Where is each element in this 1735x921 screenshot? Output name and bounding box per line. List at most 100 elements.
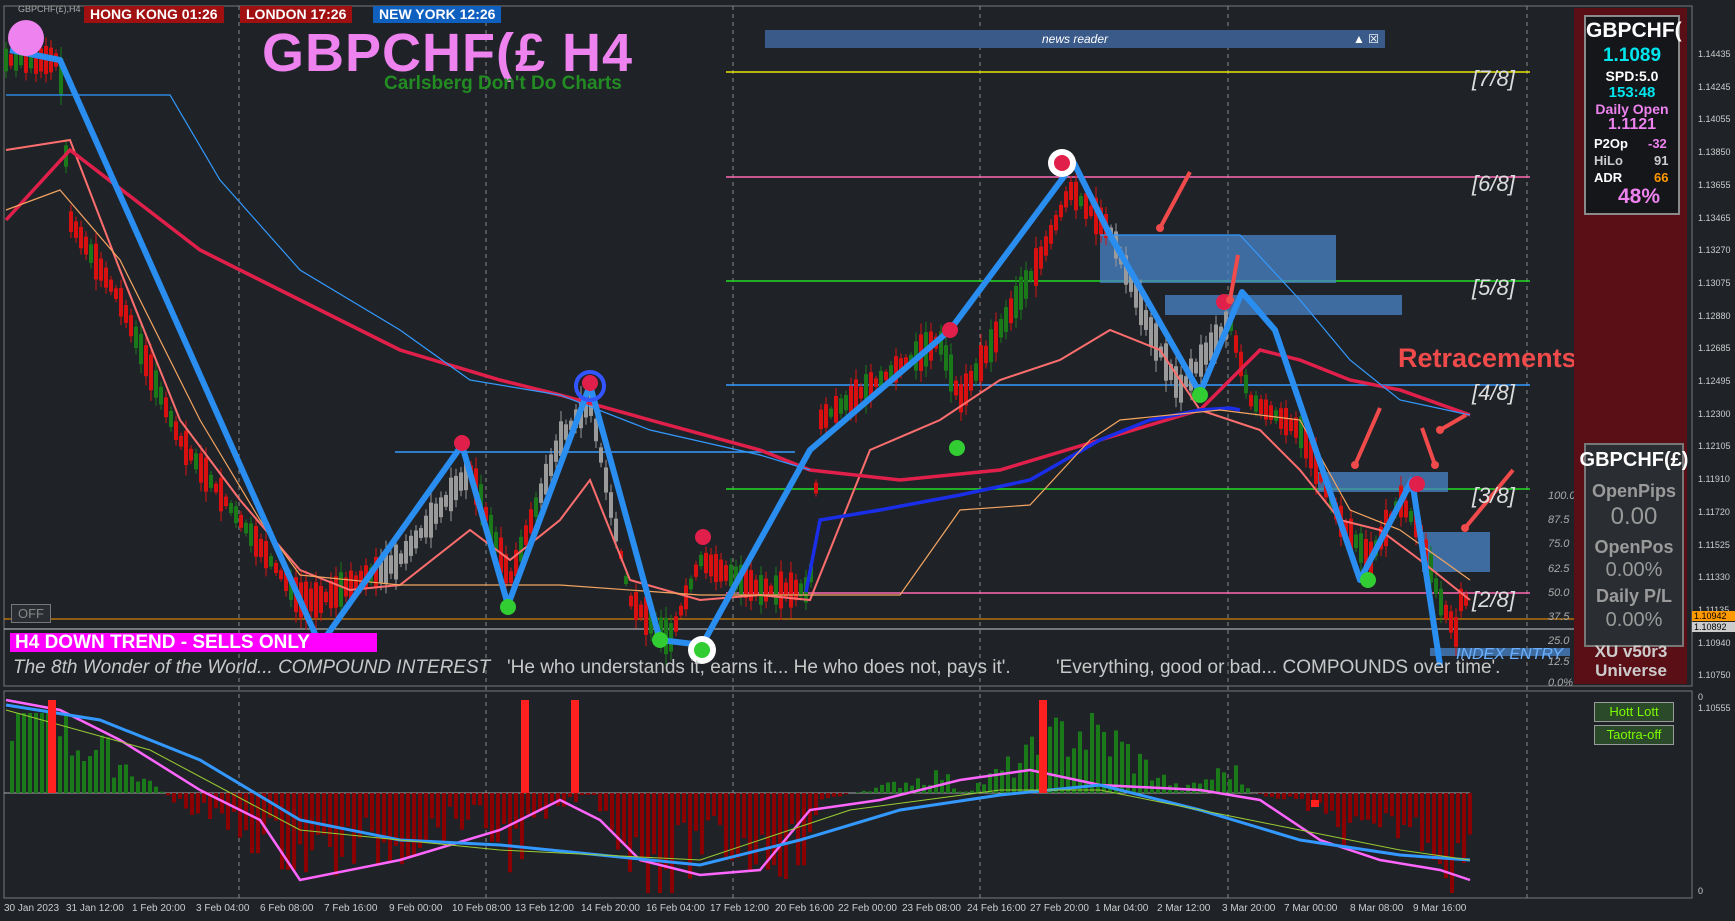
candle-body: [949, 354, 953, 392]
pl-panel: GBPCHF(£) OpenPips 0.00 OpenPos 0.00% Da…: [1580, 443, 1688, 647]
histogram-bar: [1462, 793, 1466, 863]
candle-body: [764, 578, 768, 602]
info-panel: GBPCHF( 1.1089 SPD:5.0 153:48 Daily Open…: [1584, 15, 1682, 215]
candle-body: [974, 363, 978, 381]
candle-body: [554, 440, 558, 462]
quote-compound: The 8th Wonder of the World... COMPOUND …: [13, 657, 491, 678]
symbol-tab[interactable]: GBPCHF(£),H4: [18, 4, 81, 14]
time-axis-label: 22 Feb 00:00: [838, 903, 897, 914]
candle-body: [1069, 181, 1073, 201]
histogram-bar: [1060, 721, 1064, 793]
pl-symbol: GBPCHF(£): [1579, 449, 1689, 471]
candle-body: [1244, 374, 1248, 394]
red-arrow-head: [1436, 426, 1444, 434]
candle-body: [269, 556, 273, 567]
histogram-bar: [130, 776, 134, 793]
info-symbol: GBPCHF(: [1586, 19, 1682, 42]
time-axis-label: 16 Feb 04:00: [646, 903, 705, 914]
histogram-bar: [1012, 777, 1016, 793]
histogram-bar: [586, 793, 590, 795]
candle-body: [334, 576, 338, 608]
histogram-bar: [1102, 731, 1106, 793]
histogram-bar: [34, 713, 38, 793]
swing-low-marker: [652, 632, 668, 648]
candle-body: [1194, 361, 1198, 374]
candle-body: [1249, 394, 1253, 407]
candle-body: [174, 421, 178, 441]
histogram-bar: [190, 793, 194, 815]
histogram-bar: [880, 784, 884, 793]
histogram-bar: [1396, 793, 1400, 839]
off-button[interactable]: OFF: [11, 604, 51, 623]
histogram-bar: [994, 769, 998, 793]
histogram-bar: [436, 793, 440, 828]
candle-body: [979, 345, 983, 382]
major-high-marker: [1054, 155, 1070, 171]
histogram-bar: [1222, 772, 1226, 793]
histogram-bar: [16, 713, 20, 793]
time-axis-label: 9 Feb 00:00: [389, 903, 443, 914]
candle-body: [434, 503, 438, 524]
red-arrow: [1353, 407, 1382, 466]
candle-body: [549, 454, 553, 476]
histogram-bar: [1024, 744, 1028, 793]
histogram-bar: [478, 793, 482, 806]
pct-label: 25.0: [1548, 635, 1570, 647]
clock-hong-kong: HONG KONG 01:26: [84, 6, 224, 23]
candle-body: [1449, 611, 1453, 633]
pl-open-pos-label: OpenPos: [1594, 537, 1674, 557]
price-axis-label: 1.10750: [1698, 670, 1731, 681]
price-axis-label: 1.10940: [1698, 637, 1731, 648]
candle-body: [404, 541, 408, 564]
news-reader-bar[interactable]: news reader ▲ ☒: [765, 30, 1385, 48]
candle-body: [704, 552, 708, 574]
histogram-bar: [1192, 782, 1196, 793]
spike-bar: [48, 700, 56, 793]
histogram-bar: [520, 793, 524, 860]
time-axis-label: 1 Mar 04:00: [1095, 903, 1149, 914]
histogram-bar: [292, 793, 296, 871]
histogram-bar: [958, 791, 962, 793]
histogram-bar: [220, 793, 224, 814]
candle-body: [339, 572, 343, 607]
info-daily-open: 1.1121: [1607, 116, 1657, 133]
candle-body: [524, 525, 528, 546]
candle-body: [89, 244, 93, 263]
taotra-button[interactable]: Taotra-off: [1594, 725, 1674, 745]
red-arrow-head: [1461, 524, 1469, 532]
info-daily-open-label: Daily Open: [1595, 101, 1669, 117]
candle-body: [454, 475, 458, 501]
time-axis-label: 30 Jan 2023: [4, 903, 60, 914]
histogram-bar: [604, 793, 608, 811]
info-adr-label: ADR: [1594, 170, 1623, 185]
hott-lott-button[interactable]: Hott Lott: [1594, 702, 1674, 722]
level-label-3-8: [3/8]: [1472, 483, 1515, 508]
histogram-bar: [10, 740, 14, 793]
histogram-bar: [376, 793, 380, 866]
histogram-bar: [778, 793, 782, 877]
news-reader-controls[interactable]: ▲ ☒: [1353, 30, 1379, 48]
histogram-bar: [424, 793, 428, 844]
histogram-bar: [412, 793, 416, 856]
candle-body: [624, 575, 628, 585]
histogram-bar: [1048, 726, 1052, 793]
histogram-bar: [490, 793, 494, 842]
time-axis-label: 14 Feb 20:00: [581, 903, 640, 914]
sub-axis-bottom: 0: [1698, 886, 1704, 896]
price-axis-label: 1.10555: [1698, 703, 1731, 713]
news-reader-label: news reader: [1041, 32, 1109, 46]
price-chart[interactable]: [0, 0, 1735, 921]
histogram-bar: [1414, 793, 1418, 818]
histogram-bar: [1336, 793, 1340, 828]
trend-banner: H4 DOWN TREND - SELLS ONLY: [10, 633, 377, 652]
histogram-bar: [316, 793, 320, 835]
histogram-bar: [934, 770, 938, 793]
histogram-bar: [1156, 777, 1160, 793]
histogram-bar: [70, 755, 74, 793]
histogram-bar: [874, 787, 878, 793]
candle-body: [984, 345, 988, 364]
histogram-bar: [1054, 717, 1058, 793]
candle-body: [609, 492, 613, 518]
price-axis-label: 1.14245: [1698, 81, 1731, 92]
candle-body: [669, 623, 673, 652]
